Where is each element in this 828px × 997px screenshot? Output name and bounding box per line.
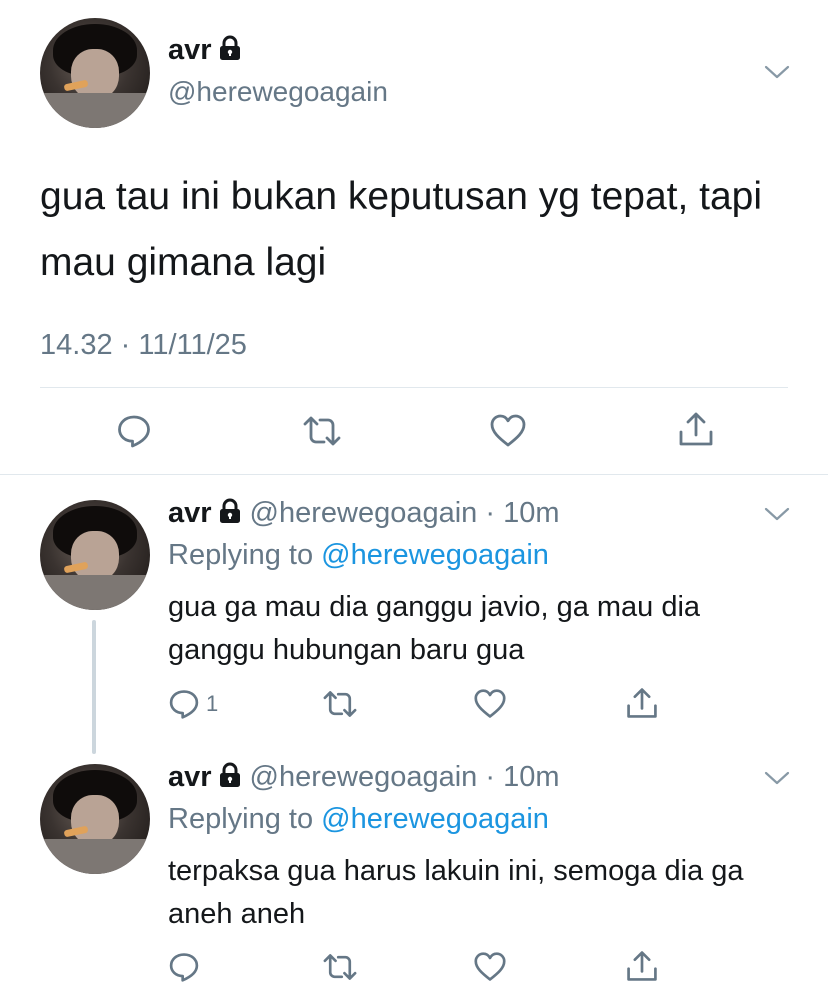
replying-to: Replying to @herewegoagain bbox=[168, 539, 549, 572]
retweet-icon bbox=[323, 691, 357, 717]
reply-header: avr @herewegoagain · 10m bbox=[168, 497, 560, 530]
reply-time[interactable]: 10m bbox=[503, 497, 559, 529]
replying-to: Replying to @herewegoagain bbox=[168, 803, 549, 836]
reply-text: terpaksa gua harus lakuin ini, semoga di… bbox=[168, 855, 744, 930]
user-name[interactable]: avr bbox=[168, 34, 242, 67]
share-icon bbox=[679, 412, 713, 446]
chevron-down-icon[interactable] bbox=[764, 64, 790, 80]
like-button[interactable] bbox=[473, 688, 507, 720]
user-name-text: avr bbox=[168, 34, 212, 66]
user-name[interactable]: avr bbox=[168, 761, 212, 793]
like-button[interactable] bbox=[489, 413, 527, 449]
retweet-button[interactable] bbox=[322, 951, 358, 983]
reply-header: avr @herewegoagain · 10m bbox=[168, 761, 560, 794]
replying-to-mention[interactable]: @herewegoagain bbox=[321, 803, 549, 835]
tweet-timestamp[interactable]: 14.32 · 11/11/25 bbox=[40, 329, 247, 362]
separator-dot: · bbox=[477, 761, 504, 793]
retweet-button[interactable] bbox=[322, 688, 358, 720]
reply-icon bbox=[169, 690, 199, 719]
reply-count: 1 bbox=[206, 691, 219, 716]
reply-time[interactable]: 10m bbox=[503, 761, 559, 793]
reply-button[interactable] bbox=[168, 951, 200, 983]
avatar[interactable] bbox=[40, 764, 150, 874]
thread-line bbox=[92, 620, 96, 754]
retweet-icon bbox=[323, 954, 357, 980]
share-button[interactable] bbox=[625, 686, 659, 720]
share-button[interactable] bbox=[677, 410, 715, 448]
reply-button[interactable] bbox=[116, 413, 152, 449]
replying-to-label: Replying to bbox=[168, 539, 322, 571]
like-button[interactable] bbox=[473, 951, 507, 983]
separator-dot: · bbox=[477, 497, 504, 529]
share-icon bbox=[627, 688, 657, 718]
chevron-down-icon[interactable] bbox=[764, 770, 790, 786]
reply-icon bbox=[169, 953, 199, 982]
tweet-text: gua tau ini bukan keputusan yg tepat, ta… bbox=[40, 175, 763, 284]
lock-icon bbox=[219, 498, 240, 523]
like-icon bbox=[474, 689, 506, 718]
user-handle[interactable]: @herewegoagain bbox=[250, 497, 478, 529]
retweet-button[interactable] bbox=[302, 413, 342, 449]
lock-icon bbox=[219, 35, 240, 60]
share-button[interactable] bbox=[625, 949, 659, 983]
reply-icon bbox=[118, 415, 150, 448]
reply-button[interactable]: 1 bbox=[168, 688, 218, 720]
lock-icon bbox=[219, 762, 240, 787]
chevron-down-icon[interactable] bbox=[764, 506, 790, 522]
avatar[interactable] bbox=[40, 500, 150, 610]
like-icon bbox=[474, 952, 506, 981]
replying-to-label: Replying to bbox=[168, 803, 322, 835]
retweet-icon bbox=[303, 416, 341, 446]
divider bbox=[0, 474, 828, 475]
share-icon bbox=[627, 951, 657, 981]
avatar[interactable] bbox=[40, 18, 150, 128]
user-handle[interactable]: @herewegoagain bbox=[168, 76, 388, 108]
reply-text: gua ga mau dia ganggu javio, ga mau dia … bbox=[168, 591, 701, 666]
divider bbox=[40, 387, 788, 388]
replying-to-mention[interactable]: @herewegoagain bbox=[321, 539, 549, 571]
user-handle[interactable]: @herewegoagain bbox=[250, 761, 478, 793]
like-icon bbox=[490, 414, 526, 447]
user-name[interactable]: avr bbox=[168, 497, 212, 529]
